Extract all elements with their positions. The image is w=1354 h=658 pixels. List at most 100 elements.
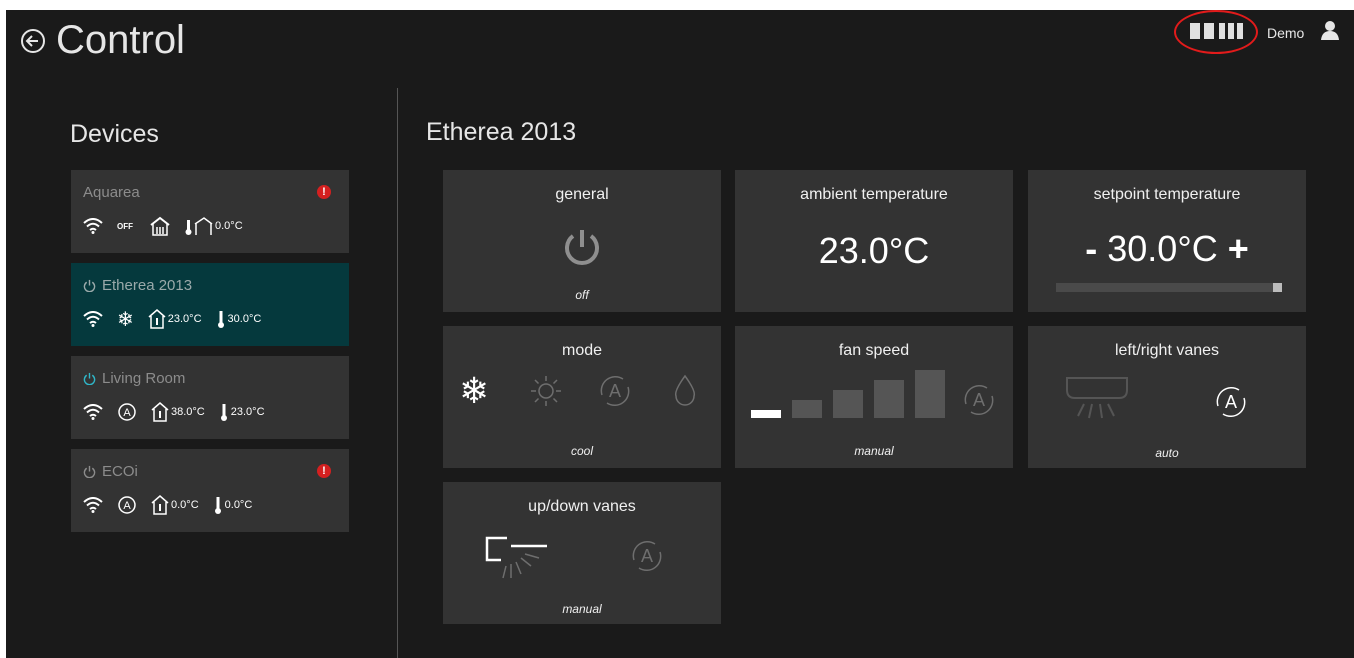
tile-setpoint-temperature: setpoint temperature - 30.0°C + xyxy=(1028,170,1306,312)
ambient-temperature-icon xyxy=(151,402,169,422)
ambient-temp-value: 23.0°C xyxy=(167,313,202,325)
auto-mode-icon[interactable]: A xyxy=(961,382,997,418)
device-status: ❄ 23.0°C 30.0°C xyxy=(83,307,271,331)
wifi-icon xyxy=(83,311,103,327)
tile-general: general off xyxy=(443,170,721,312)
tile-title: mode xyxy=(561,342,603,359)
fan-level-1[interactable] xyxy=(751,410,781,418)
device-name-label: Etherea 2013 xyxy=(102,277,193,294)
setpoint-thermometer-icon xyxy=(220,404,227,421)
tile-title: up/down vanes xyxy=(528,498,636,515)
auto-mode-icon[interactable]: A xyxy=(629,538,665,574)
device-name-label: ECOi xyxy=(102,463,138,480)
snowflake-icon[interactable]: ❄ xyxy=(459,370,489,412)
device-card-living-room[interactable]: Living Room A 38.0°C 23.0°C xyxy=(71,356,349,439)
user-name[interactable]: Demo xyxy=(1267,25,1304,41)
tile-status: cool xyxy=(570,444,593,458)
power-icon[interactable] xyxy=(83,465,96,478)
control-app: Control Demo Devices Aquarea ! OFF 0.0°C… xyxy=(6,10,1354,658)
heat-house-icon xyxy=(150,216,170,236)
tile-title: setpoint temperature xyxy=(1093,186,1241,203)
power-icon[interactable] xyxy=(83,279,96,292)
tile-title: fan speed xyxy=(838,342,910,359)
svg-text:A: A xyxy=(641,546,653,566)
snowflake-icon: ❄ xyxy=(117,308,134,331)
power-icon[interactable] xyxy=(562,227,602,267)
devices-heading: Devices xyxy=(70,120,159,148)
wifi-icon xyxy=(83,497,103,513)
setpoint-thermometer-icon xyxy=(217,311,224,328)
sidebar-divider xyxy=(397,88,398,658)
auto-mode-icon: A xyxy=(118,403,136,421)
auto-mode-icon: A xyxy=(118,496,136,514)
setpoint-temp-value: 23.0°C xyxy=(230,406,265,418)
tile-left-right-vanes: left/right vanes A auto xyxy=(1028,326,1306,468)
device-name-label: Living Room xyxy=(102,370,186,387)
alert-icon: ! xyxy=(317,185,331,199)
fan-level-4[interactable] xyxy=(874,380,904,418)
setpoint-slider-handle[interactable] xyxy=(1273,283,1282,292)
tile-title: left/right vanes xyxy=(1114,342,1220,359)
tile-status: manual xyxy=(854,444,894,458)
power-icon[interactable] xyxy=(83,372,96,385)
setpoint-thermometer-icon xyxy=(214,497,221,514)
tile-status: off xyxy=(575,288,589,302)
setpoint-row: - 30.0°C + xyxy=(1028,228,1306,270)
ambient-temp-value: 38.0°C xyxy=(171,406,205,418)
ambient-temperature-icon xyxy=(151,495,169,515)
fan-level-5[interactable] xyxy=(915,370,945,418)
svg-text:A: A xyxy=(123,407,131,419)
device-name-label: Aquarea xyxy=(83,184,140,201)
tile-ambient-temperature: ambient temperature 23.0°C xyxy=(735,170,1013,312)
auto-mode-icon[interactable]: A xyxy=(597,373,633,409)
device-name: ECOi xyxy=(83,463,138,480)
wifi-icon xyxy=(83,404,103,420)
ambient-temp-value: 23.0°C xyxy=(818,230,930,271)
device-name: Living Room xyxy=(83,370,185,387)
tile-up-down-vanes: up/down vanes A manual xyxy=(443,482,721,624)
device-name: Aquarea xyxy=(83,184,140,201)
device-name: Etherea 2013 xyxy=(83,277,192,294)
tile-status: auto xyxy=(1155,446,1179,460)
auto-mode-icon[interactable]: A xyxy=(1213,384,1249,420)
setpoint-slider[interactable] xyxy=(1056,283,1282,292)
tile-title: general xyxy=(555,186,609,203)
back-arrow-circle-icon[interactable] xyxy=(20,28,46,54)
device-card-aquarea[interactable]: Aquarea ! OFF 0.0°C xyxy=(71,170,349,253)
highlight-ring xyxy=(1174,10,1258,54)
page-title: Control xyxy=(56,18,185,62)
increase-button[interactable]: + xyxy=(1228,228,1249,270)
tile-mode: mode ❄ A cool xyxy=(443,326,721,468)
ambient-temp-value: 0.0°C xyxy=(171,499,199,511)
wifi-icon xyxy=(83,218,103,234)
user-icon[interactable] xyxy=(1320,20,1340,40)
drop-icon[interactable] xyxy=(672,373,698,407)
svg-text:A: A xyxy=(973,390,985,410)
device-card-etherea-2013[interactable]: Etherea 2013 ❄ 23.0°C 30.0°C xyxy=(71,263,349,346)
setpoint-temp-value: 30.0°C xyxy=(227,313,262,325)
sun-icon[interactable] xyxy=(529,374,563,408)
svg-text:A: A xyxy=(123,500,131,512)
fan-level-2[interactable] xyxy=(792,400,822,418)
panel-title: Etherea 2013 xyxy=(426,118,577,146)
ac-unit-icon[interactable] xyxy=(481,532,551,582)
tile-title: ambient temperature xyxy=(800,186,948,203)
svg-text:A: A xyxy=(609,381,621,401)
device-status: A 0.0°C 0.0°C xyxy=(83,493,262,517)
device-card-ecoi[interactable]: ECOi ! A 0.0°C 0.0°C xyxy=(71,449,349,532)
device-status: A 38.0°C 23.0°C xyxy=(83,400,275,424)
ac-unit-icon[interactable] xyxy=(1064,374,1130,428)
device-status: OFF 0.0°C xyxy=(83,214,253,238)
alert-icon: ! xyxy=(317,464,331,478)
indoor-temp-value: 0.0°C xyxy=(215,220,243,232)
off-mode-label: OFF xyxy=(117,221,133,231)
tile-status: manual xyxy=(562,602,602,616)
setpoint-temp-value: 0.0°C xyxy=(224,499,253,511)
setpoint-temp-value: 30.0°C xyxy=(1107,228,1218,269)
fan-level-3[interactable] xyxy=(833,390,863,418)
indoor-temperature-icon xyxy=(185,217,213,235)
svg-text:A: A xyxy=(1225,392,1237,412)
tile-fan-speed: fan speed A manual xyxy=(735,326,1013,468)
decrease-button[interactable]: - xyxy=(1085,228,1097,270)
ambient-temperature-icon xyxy=(148,309,166,329)
